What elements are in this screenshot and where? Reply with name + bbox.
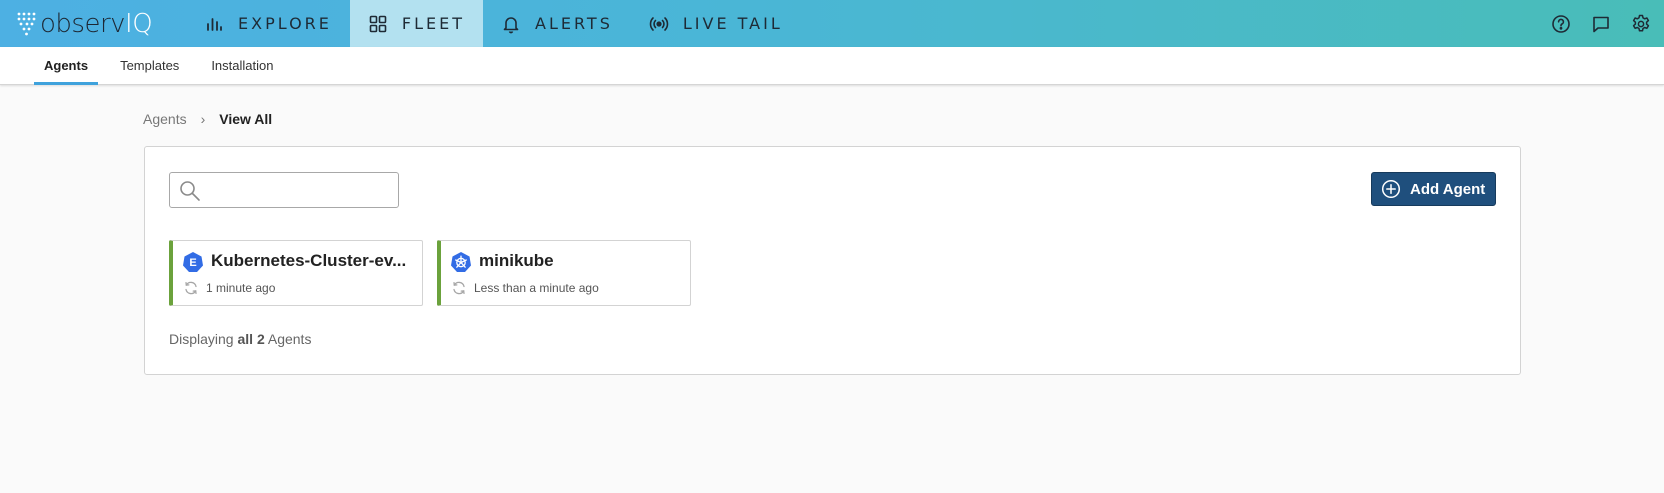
grid-icon xyxy=(369,15,387,32)
bar-chart-icon xyxy=(207,17,222,31)
bell-icon xyxy=(503,16,519,33)
agent-card[interactable]: E Kubernetes-Cluster-ev... 1 minute ago xyxy=(169,240,423,306)
nav-utility-icons xyxy=(1532,0,1664,47)
sync-icon xyxy=(185,281,197,295)
breadcrumb: Agents › View All xyxy=(143,111,272,127)
search-icon xyxy=(180,181,200,201)
nav-fleet[interactable]: FLEET xyxy=(349,0,483,47)
agents-panel: Add Agent E Kubernetes-Cluster-ev... 1 m… xyxy=(144,146,1521,375)
kubernetes-icon xyxy=(451,252,471,272)
nav-alerts[interactable]: ALERTS xyxy=(483,0,631,47)
breadcrumb-current: View All xyxy=(219,111,273,127)
breadcrumb-agents[interactable]: Agents xyxy=(143,111,187,127)
kubernetes-events-icon: E xyxy=(183,252,203,272)
plus-circle-icon xyxy=(1381,179,1401,199)
sub-nav-tabs: Agents Templates Installation xyxy=(0,47,1664,85)
broadcast-icon xyxy=(649,16,669,31)
tab-agents[interactable]: Agents xyxy=(34,47,99,85)
help-icon[interactable] xyxy=(1550,13,1572,35)
top-nav-bar: observIQ EXPLORE FLEET ALERTS LIVE TAIL xyxy=(0,0,1664,47)
nav-explore[interactable]: EXPLORE xyxy=(186,0,350,47)
search-input[interactable] xyxy=(206,177,392,203)
observiq-logo[interactable]: observIQ xyxy=(0,0,186,47)
tab-templates[interactable]: Templates xyxy=(110,47,189,84)
logo-wordmark: observIQ xyxy=(40,8,153,39)
agent-last-seen: Less than a minute ago xyxy=(474,281,599,295)
tab-installation[interactable]: Installation xyxy=(201,47,283,84)
search-box[interactable] xyxy=(169,172,399,208)
logo-dots-icon xyxy=(17,12,36,35)
agent-card[interactable]: minikube Less than a minute ago xyxy=(437,240,691,306)
agent-last-seen: 1 minute ago xyxy=(206,281,276,295)
add-agent-button[interactable]: Add Agent xyxy=(1371,172,1496,206)
add-agent-label: Add Agent xyxy=(1410,180,1486,198)
agent-name: Kubernetes-Cluster-ev... xyxy=(211,251,407,270)
chat-icon[interactable] xyxy=(1590,13,1612,35)
agent-name: minikube xyxy=(479,251,554,270)
agents-count-summary: Displaying all 2 Agents xyxy=(169,331,312,347)
settings-icon[interactable] xyxy=(1630,13,1652,35)
nav-live-tail[interactable]: LIVE TAIL xyxy=(631,0,801,47)
main-nav: EXPLORE FLEET ALERTS LIVE TAIL xyxy=(186,0,801,47)
breadcrumb-separator: › xyxy=(200,111,206,127)
sync-icon xyxy=(453,281,465,295)
svg-text:E: E xyxy=(189,257,196,269)
